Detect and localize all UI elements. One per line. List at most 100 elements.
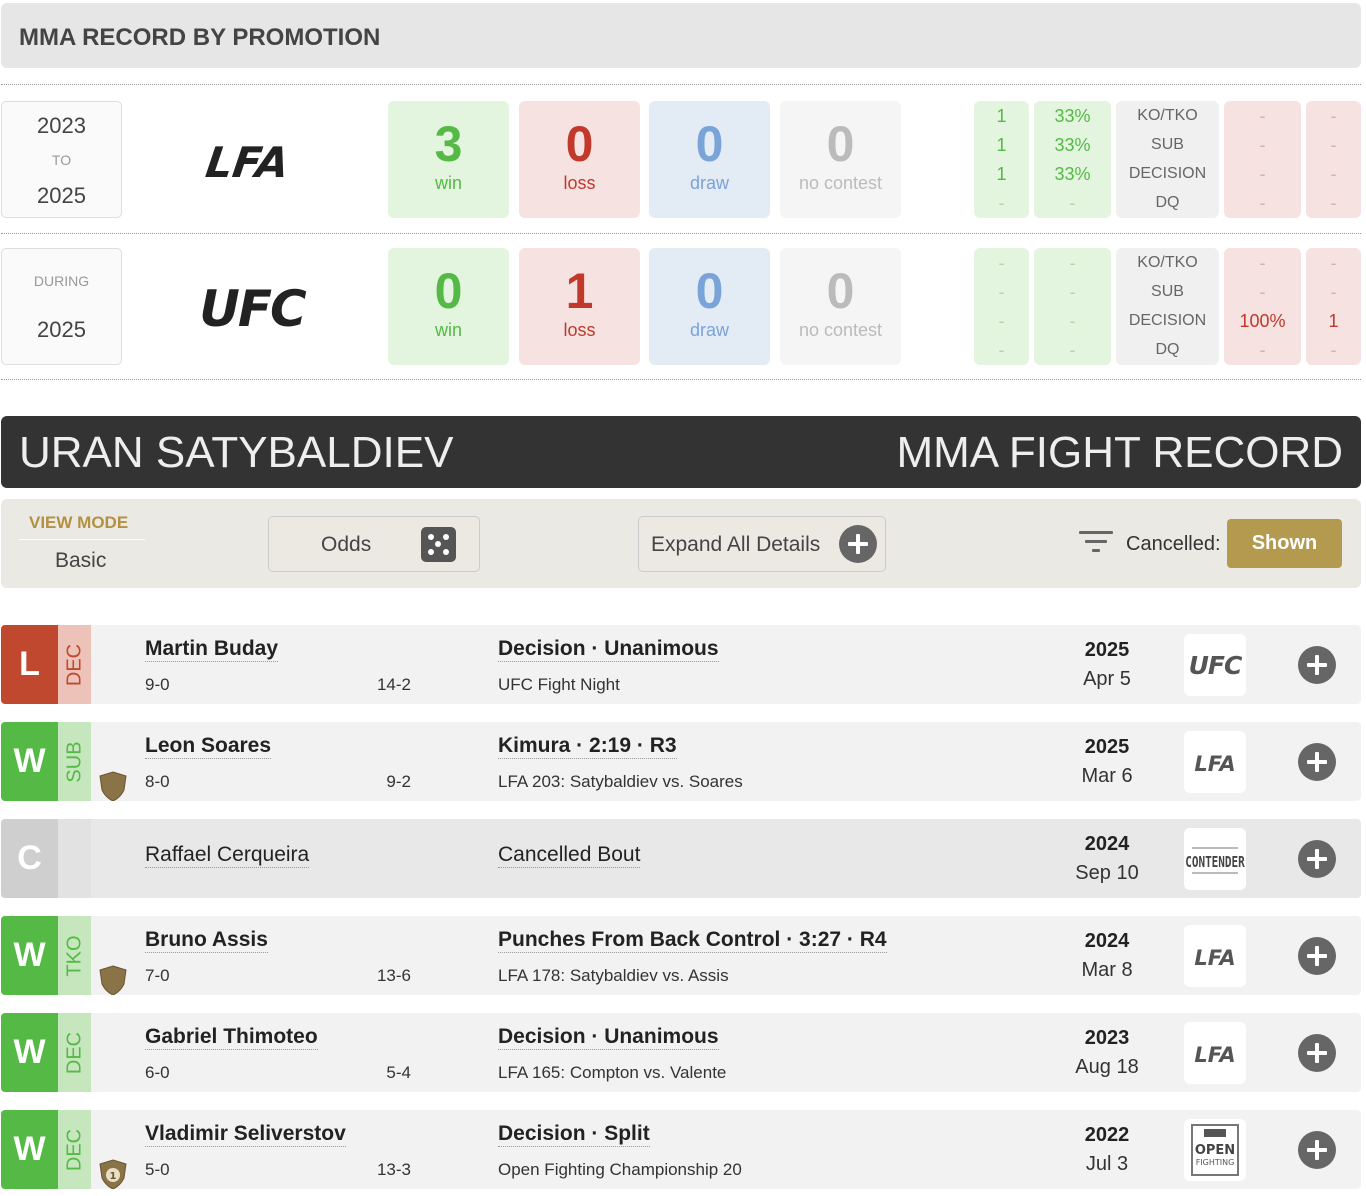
expand-all-button[interactable]: Expand All Details — [638, 516, 886, 572]
fight-year: 2024 — [1084, 833, 1130, 855]
win-pct-ko: 33% — [1054, 106, 1091, 126]
loss-pct-sub: - — [1259, 135, 1266, 155]
no-contest-box: 0 no contest — [780, 101, 901, 218]
win-method-pcts: 33% 33% 33% - — [1034, 101, 1111, 218]
method-labels: KO/TKO SUB DECISION DQ — [1116, 248, 1219, 365]
fight-row[interactable]: L DEC Martin Buday 9-0 14-2 Decision · U… — [1, 625, 1361, 704]
method-short: TKO — [63, 934, 85, 977]
fight-year: 2025 — [1084, 736, 1130, 758]
odds-label: Odds — [321, 533, 372, 556]
year-separator: TO — [51, 152, 72, 168]
opponent-record: 13-3 — [376, 1160, 411, 1179]
fight-row[interactable]: C Raffael Cerqueira Cancelled Bout 2024 … — [1, 819, 1361, 898]
opponent-link[interactable]: Leon Soares — [145, 734, 272, 759]
loss-method-pcts: - - - - — [1224, 101, 1301, 218]
year-to: 2025 — [37, 183, 86, 208]
win-pct-dq: - — [1069, 340, 1076, 360]
fight-year: 2022 — [1084, 1124, 1130, 1146]
fight-row[interactable]: W DEC 1 Vladimir Seliverstov 5-0 13-3 De… — [1, 1110, 1361, 1189]
opponent-link[interactable]: Vladimir Seliverstov — [145, 1122, 346, 1147]
open-fighting-logo[interactable]: OPEN FIGHTING — [1184, 1119, 1246, 1181]
opponent-record: 5-4 — [386, 1063, 411, 1082]
opponent-link[interactable]: Gabriel Thimoteo — [145, 1025, 318, 1050]
ufc-logo[interactable]: UFC — [1184, 634, 1246, 696]
win-count-sub: 1 — [996, 135, 1007, 155]
loss-pct-dq: - — [1259, 193, 1266, 213]
method-link[interactable]: Kimura · 2:19 · R3 — [498, 734, 677, 759]
lfa-logo[interactable]: LFA — [1184, 731, 1246, 793]
view-mode-label: VIEW MODE — [29, 513, 129, 532]
expand-fight-button[interactable] — [1298, 1131, 1336, 1169]
method-badge — [58, 819, 91, 898]
event-name: Open Fighting Championship 20 — [498, 1160, 742, 1179]
divider — [1, 84, 1361, 85]
draws-count: 0 — [695, 263, 724, 319]
loss-pct-ko: - — [1259, 106, 1266, 126]
win-count-dq: - — [998, 340, 1005, 360]
expand-fight-button[interactable] — [1298, 840, 1336, 878]
loss-pct-dq: - — [1259, 340, 1266, 360]
fight-row[interactable]: W SUB Leon Soares 8-0 9-2 Kimura · 2:19 … — [1, 722, 1361, 801]
method-link[interactable]: Decision · Split — [498, 1122, 650, 1147]
contender-series-logo[interactable]: CONTENDER — [1184, 828, 1246, 890]
expand-fight-button[interactable] — [1298, 937, 1336, 975]
event-name: LFA 203: Satybaldiev vs. Soares — [498, 772, 743, 791]
losses-box: 0 loss — [519, 101, 640, 218]
opponent-link[interactable]: Martin Buday — [145, 637, 279, 662]
section-title: MMA RECORD BY PROMOTION — [19, 24, 381, 51]
expand-fight-button[interactable] — [1298, 1034, 1336, 1072]
losses-count: 0 — [565, 116, 594, 172]
expand-fight-button[interactable] — [1298, 646, 1336, 684]
odds-button[interactable]: Odds — [268, 516, 480, 572]
lfa-logo[interactable]: LFA — [1184, 925, 1246, 987]
win-pct-sub: 33% — [1054, 135, 1091, 155]
fight-row[interactable]: W TKO Bruno Assis 7-0 13-6 Punches From … — [1, 916, 1361, 995]
loss-count-dq: - — [1330, 340, 1337, 360]
fight-row[interactable]: W DEC Gabriel Thimoteo 6-0 5-4 Decision … — [1, 1013, 1361, 1092]
year-range: DURING 2025 — [1, 248, 122, 365]
divider — [1, 379, 1361, 380]
method-link[interactable]: Cancelled Bout — [498, 843, 641, 868]
lfa-logo[interactable]: LFA — [190, 131, 315, 187]
result-badge: W — [1, 1013, 58, 1092]
method-link[interactable]: Punches From Back Control · 3:27 · R4 — [498, 928, 887, 953]
method-badge: SUB — [58, 722, 91, 801]
filter-icon[interactable] — [1079, 531, 1113, 557]
svg-text:LFA: LFA — [1194, 946, 1235, 970]
losses-count: 1 — [565, 263, 594, 319]
loss-count-dec: 1 — [1328, 311, 1339, 331]
no-contest-label: no contest — [798, 320, 883, 340]
cancelled-toggle[interactable]: Shown — [1227, 519, 1342, 568]
win-pct-dec: - — [1069, 311, 1076, 331]
method-link[interactable]: Decision · Unanimous — [498, 637, 719, 662]
method-dec: DECISION — [1128, 312, 1207, 329]
win-method-pcts: - - - - — [1034, 248, 1111, 365]
win-method-counts: 1 1 1 - — [974, 101, 1029, 218]
draws-label: draw — [689, 173, 729, 193]
method-short: DEC — [63, 643, 85, 686]
fight-date: Aug 18 — [1075, 1056, 1139, 1078]
fight-year: 2024 — [1084, 930, 1130, 952]
method-badge: DEC — [58, 625, 91, 704]
ufc-logo[interactable]: UFC — [190, 278, 315, 338]
loss-count-dec: - — [1330, 164, 1337, 184]
event-name: UFC Fight Night — [498, 675, 620, 694]
win-count-ko: - — [998, 253, 1005, 273]
wins-box: 3 win — [388, 101, 509, 218]
loss-pct-sub: - — [1259, 282, 1266, 302]
view-mode-selector[interactable]: Basic — [55, 549, 106, 573]
win-pct-ko: - — [1069, 253, 1076, 273]
expand-fight-button[interactable] — [1298, 743, 1336, 781]
fighter-record: 7-0 — [145, 966, 170, 985]
wins-label: win — [434, 320, 462, 340]
svg-text:LFA: LFA — [1194, 1043, 1235, 1067]
wins-count: 3 — [434, 116, 463, 172]
method-badge: DEC — [58, 1110, 91, 1189]
lfa-logo[interactable]: LFA — [1184, 1022, 1246, 1084]
opponent-link[interactable]: Raffael Cerqueira — [145, 843, 310, 868]
draws-count: 0 — [695, 116, 724, 172]
method-dq: DQ — [1155, 341, 1180, 358]
opponent-link[interactable]: Bruno Assis — [145, 928, 268, 953]
loss-pct-ko: - — [1259, 253, 1266, 273]
method-link[interactable]: Decision · Unanimous — [498, 1025, 719, 1050]
